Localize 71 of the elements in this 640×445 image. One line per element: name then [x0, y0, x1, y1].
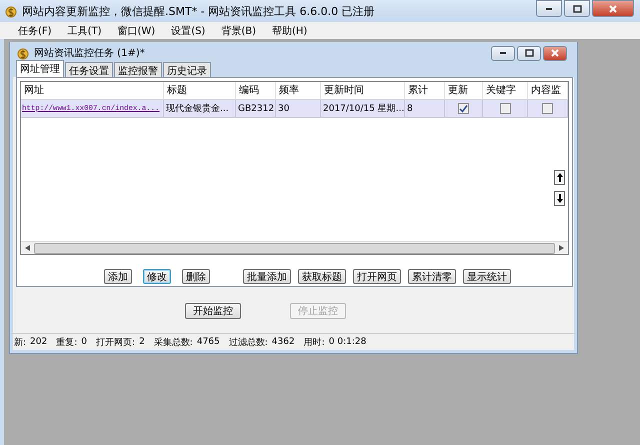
- close-icon: [550, 48, 560, 58]
- status-label: 用时:: [304, 336, 325, 348]
- minimize-button[interactable]: [536, 0, 562, 17]
- column-header[interactable]: 频率: [276, 82, 321, 99]
- column-header[interactable]: 编码: [236, 82, 276, 99]
- menu-item[interactable]: 背景(B): [213, 24, 264, 38]
- column-header[interactable]: 网址: [21, 82, 164, 99]
- scroll-left-icon: [25, 245, 30, 251]
- status-value: 202: [30, 337, 48, 347]
- column-header[interactable]: 累计: [405, 82, 445, 99]
- scroll-right-icon: [559, 245, 564, 251]
- tab[interactable]: 历史记录: [163, 62, 211, 77]
- coin-icon: [16, 46, 30, 60]
- status-label: 过滤总数:: [228, 336, 268, 348]
- status-value: 0 0:1:28: [328, 337, 366, 347]
- column-header[interactable]: 更新: [445, 82, 483, 99]
- status-label: 重复:: [56, 336, 78, 348]
- checkbox[interactable]: [500, 103, 510, 114]
- child-window-title: 网站资讯监控任务 (1#)*: [34, 46, 146, 60]
- table-cell: 8: [405, 100, 445, 118]
- action-button[interactable]: 获取标题: [298, 269, 346, 284]
- menu-item[interactable]: 工具(T): [60, 24, 110, 38]
- tab[interactable]: 任务设置: [65, 62, 113, 77]
- checkbox[interactable]: [458, 103, 469, 114]
- maximize-button[interactable]: [517, 46, 541, 60]
- action-button[interactable]: 显示统计: [463, 269, 511, 284]
- menu-item[interactable]: 设置(S): [163, 24, 214, 38]
- action-button[interactable]: 累计清零: [408, 269, 456, 284]
- horizontal-scrollbar[interactable]: [21, 241, 568, 254]
- maximize-icon: [572, 4, 582, 14]
- tab[interactable]: 网址管理: [16, 60, 64, 77]
- minimize-button[interactable]: [491, 46, 515, 60]
- table-cell: 现代金银贵金...: [164, 100, 236, 118]
- column-header[interactable]: 关键字: [483, 82, 528, 99]
- action-button[interactable]: 批量添加: [243, 269, 291, 284]
- action-button[interactable]: 打开网页: [353, 269, 401, 284]
- up-arrow-icon: [556, 173, 562, 182]
- minimize-icon: [546, 8, 552, 10]
- close-button[interactable]: [543, 46, 567, 60]
- action-button[interactable]: 删除: [182, 269, 210, 284]
- column-header[interactable]: 内容监: [528, 82, 568, 99]
- column-header[interactable]: 更新时间: [321, 82, 405, 99]
- maximize-icon: [524, 48, 534, 58]
- maximize-button[interactable]: [564, 0, 590, 17]
- table-cell: GB2312: [236, 100, 276, 118]
- coin-icon: [4, 4, 18, 18]
- tab[interactable]: 监控报警: [114, 62, 162, 77]
- down-arrow-icon: [556, 194, 562, 203]
- close-icon: [608, 4, 618, 14]
- status-label: 打开网页:: [96, 336, 136, 348]
- action-button[interactable]: 修改: [143, 269, 171, 284]
- close-button[interactable]: [592, 0, 634, 17]
- move-up-button[interactable]: [554, 170, 565, 185]
- menu-item[interactable]: 帮助(H): [264, 24, 316, 38]
- status-value: 0: [81, 337, 88, 347]
- window-title: 网站内容更新监控，微信提醒.SMT* - 网站资讯监控工具 6.6.0.0 已注册: [22, 4, 376, 18]
- status-value: 4362: [272, 337, 295, 347]
- table-cell: 30: [276, 100, 321, 118]
- status-value: 2: [139, 337, 145, 347]
- action-button[interactable]: 添加: [104, 269, 132, 284]
- status-label: 新:: [14, 336, 26, 348]
- menu-item[interactable]: 任务(F): [10, 24, 60, 38]
- status-label: 采集总数:: [154, 336, 193, 348]
- column-header[interactable]: 标题: [164, 82, 236, 99]
- minimize-icon: [500, 52, 506, 54]
- checkbox[interactable]: [542, 103, 553, 114]
- menu-item[interactable]: 窗口(W): [109, 24, 164, 38]
- move-down-button[interactable]: [554, 191, 565, 206]
- status-value: 4765: [196, 337, 220, 347]
- table-cell: 2017/10/15 星期...: [321, 100, 405, 118]
- start-button[interactable]: 开始监控: [185, 303, 241, 319]
